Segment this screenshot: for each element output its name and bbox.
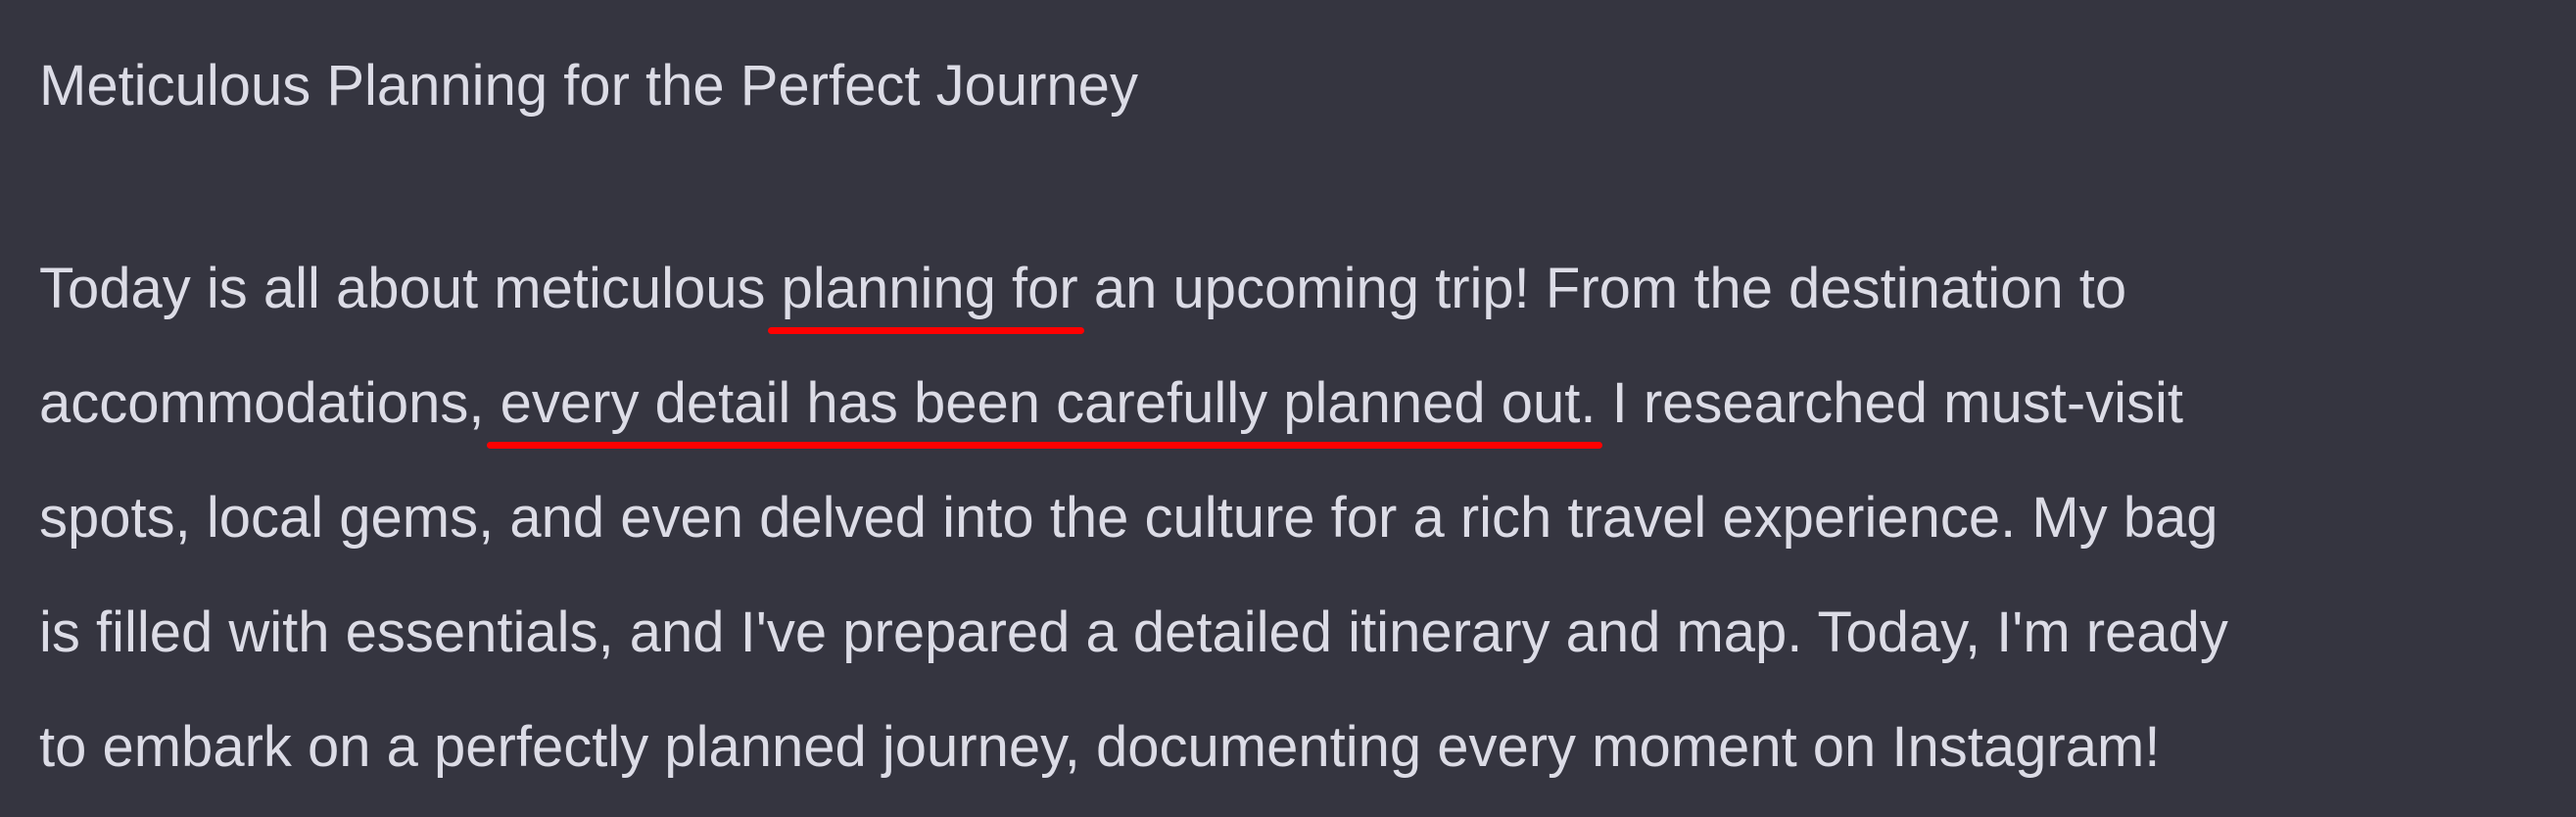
post-body: Today is all about meticulous planning f…	[39, 231, 2547, 804]
body-line-2: accommodations, every detail has been ca…	[39, 346, 2547, 460]
body-text-segment: Today is all about meticulous	[39, 257, 782, 320]
body-line-4: is filled with essentials, and I've prep…	[39, 601, 2228, 664]
body-text-segment: accommodations,	[39, 371, 501, 435]
body-line-3: spots, local gems, and even delved into …	[39, 486, 2218, 550]
body-text-segment: I researched must-visit	[1596, 371, 2184, 435]
body-text-segment: an upcoming trip! From the destination t…	[1077, 257, 2127, 320]
post-title: Meticulous Planning for the Perfect Jour…	[39, 54, 1138, 118]
underlined-phrase-planning: planning for	[781, 257, 1078, 320]
post-container: Meticulous Planning for the Perfect Jour…	[0, 0, 2576, 817]
body-line-1: Today is all about meticulous planning f…	[39, 231, 2547, 346]
body-line-5: to embark on a perfectly planned journey…	[39, 715, 2161, 779]
underlined-phrase-every-detail: every detail has been carefully planned …	[500, 371, 1597, 435]
